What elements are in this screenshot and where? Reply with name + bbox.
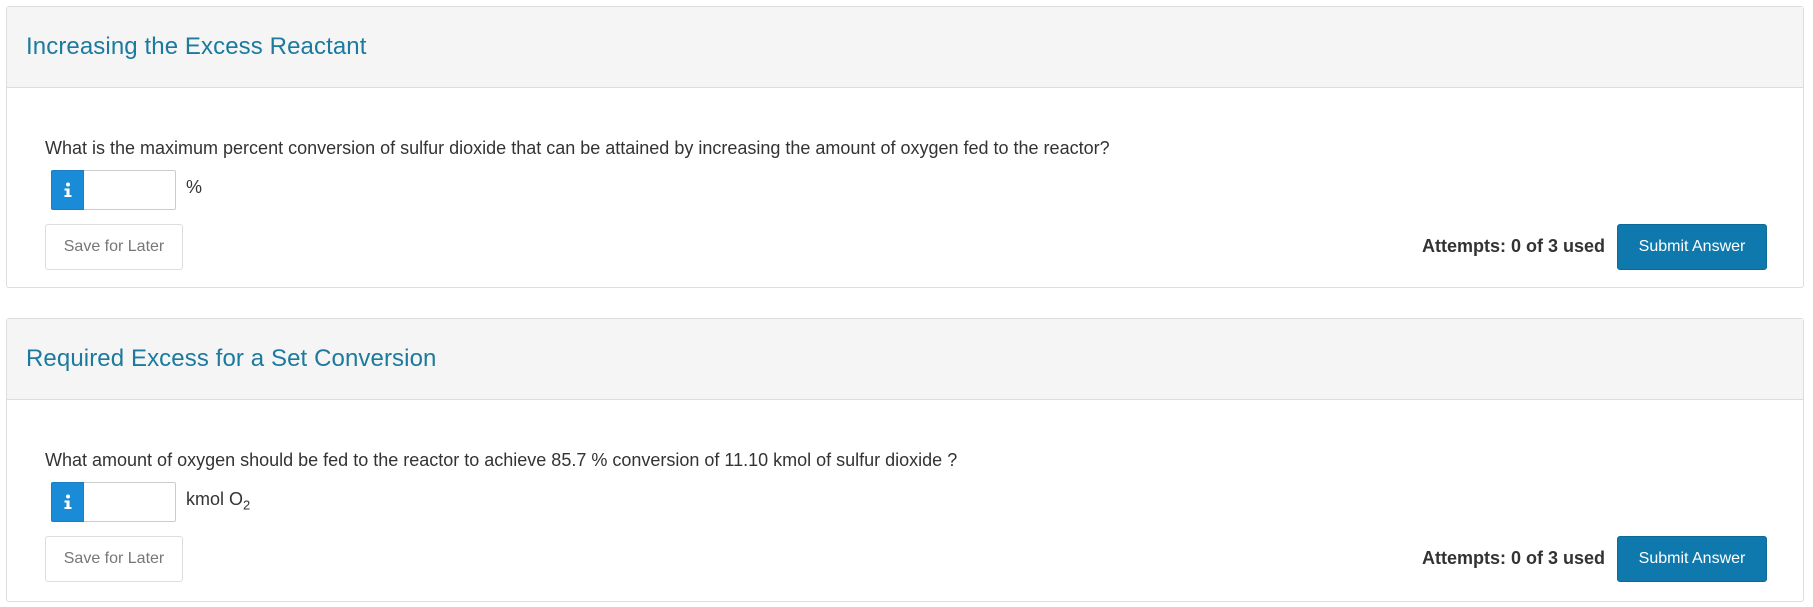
info-icon	[64, 494, 71, 509]
answer-row: %	[51, 170, 202, 210]
question-title: Required Excess for a Set Conversion	[26, 345, 437, 372]
question-panel: Required Excess for a Set Conversion Wha…	[6, 318, 1804, 602]
question-prompt: What amount of oxygen should be fed to t…	[45, 450, 958, 470]
answer-input[interactable]	[84, 170, 176, 210]
panel-heading: Required Excess for a Set Conversion	[7, 319, 1803, 400]
answer-input[interactable]	[84, 482, 176, 522]
unit-label: kmol O2	[186, 489, 251, 513]
save-for-later-button[interactable]: Save for Later	[45, 536, 183, 582]
unit-label: %	[186, 177, 203, 198]
attempts-counter: Attempts: 0 of 3 used	[1421, 236, 1605, 256]
info-icon	[64, 182, 71, 197]
question-panel: Increasing the Excess Reactant What is t…	[6, 6, 1804, 288]
question-prompt: What is the maximum percent conversion o…	[45, 138, 1110, 158]
question-title: Increasing the Excess Reactant	[26, 33, 367, 60]
submit-answer-button[interactable]: Submit Answer	[1617, 224, 1767, 270]
answer-row: kmol O2	[51, 482, 250, 522]
panel-body: What is the maximum percent conversion o…	[7, 88, 1803, 287]
panel-body: What amount of oxygen should be fed to t…	[7, 400, 1803, 601]
info-button[interactable]	[51, 482, 84, 522]
panel-heading: Increasing the Excess Reactant	[7, 7, 1803, 88]
attempts-counter: Attempts: 0 of 3 used	[1421, 548, 1605, 568]
info-button[interactable]	[51, 170, 84, 210]
save-for-later-button[interactable]: Save for Later	[45, 224, 183, 270]
submit-answer-button[interactable]: Submit Answer	[1617, 536, 1767, 582]
